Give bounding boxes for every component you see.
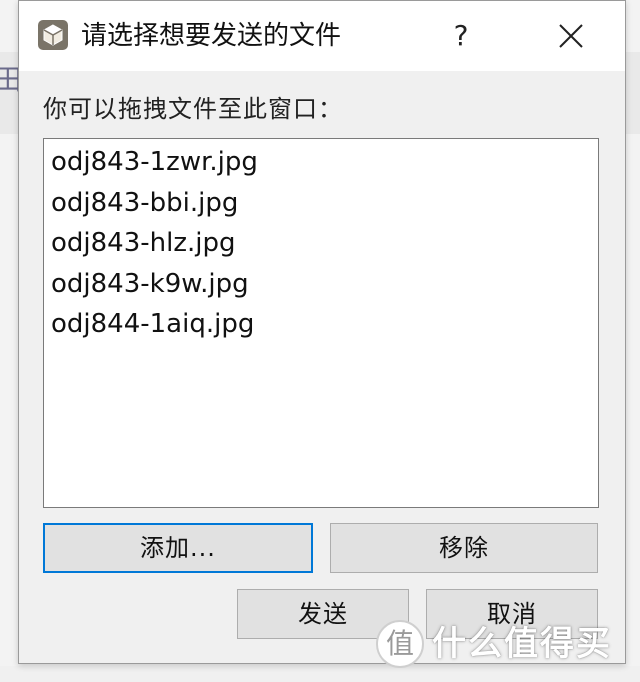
help-button[interactable]: ? (439, 13, 483, 59)
remove-button[interactable]: 移除 (330, 523, 598, 573)
watermark: 值 什么值得买 (376, 620, 632, 672)
title-bar[interactable]: 请选择想要发送的文件 ? (19, 1, 625, 71)
watermark-text: 什么值得买 (432, 624, 612, 664)
file-list-item[interactable]: odj843-k9w.jpg (44, 264, 598, 305)
file-list-item[interactable]: odj843-1zwr.jpg (44, 142, 598, 183)
file-list-item[interactable]: odj843-bbi.jpg (44, 183, 598, 224)
file-send-dialog: 请选择想要发送的文件 ? 你可以拖拽文件至此窗口： odj843-1zwr.jp… (18, 0, 626, 664)
background-window-right (626, 52, 640, 134)
drag-drop-prompt: 你可以拖拽文件至此窗口： (43, 95, 343, 123)
package-box-icon (37, 19, 69, 51)
close-icon (559, 24, 583, 48)
close-button[interactable] (543, 13, 599, 59)
background-window-left: 田 (0, 52, 22, 134)
dialog-title: 请选择想要发送的文件 (81, 21, 342, 51)
file-list[interactable]: odj843-1zwr.jpg odj843-bbi.jpg odj843-hl… (43, 138, 599, 508)
watermark-badge: 值 (376, 620, 424, 668)
add-button[interactable]: 添加... (43, 523, 313, 573)
file-list-item[interactable]: odj843-hlz.jpg (44, 223, 598, 264)
file-list-item[interactable]: odj844-1aiq.jpg (44, 304, 598, 345)
